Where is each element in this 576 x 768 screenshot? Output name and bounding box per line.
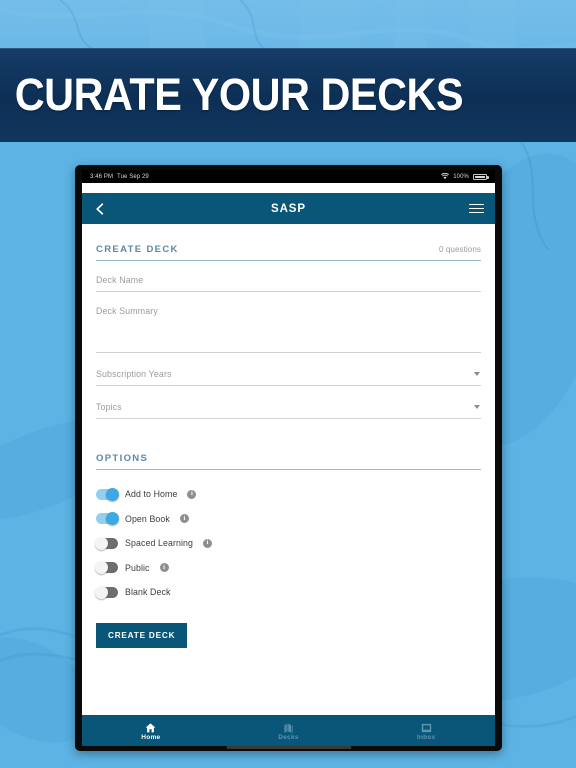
info-icon-open-book[interactable]: i — [179, 514, 189, 524]
tab-home[interactable]: Home — [82, 715, 220, 746]
toggle-public[interactable] — [95, 561, 118, 575]
status-time: 3:46 PM — [90, 173, 114, 180]
chevron-left-icon[interactable] — [93, 202, 107, 216]
subscription-years-placeholder: Subscription Years — [96, 369, 172, 379]
option-label-add-to-home: Add to Home — [125, 489, 178, 500]
tab-label-decks: Decks — [278, 733, 299, 741]
option-label-blank-deck: Blank Deck — [125, 587, 171, 598]
option-row-add-to-home: Add to Home i — [96, 482, 481, 507]
topics-placeholder: Topics — [96, 402, 122, 412]
battery-icon — [473, 173, 489, 180]
info-icon-spaced-learning[interactable]: i — [203, 538, 213, 548]
hamburger-menu-icon[interactable] — [469, 201, 484, 216]
toggle-add-to-home[interactable] — [96, 487, 119, 501]
subscription-years-select[interactable]: Subscription Years — [96, 353, 481, 386]
ipad-device-frame: 3:46 PM Tue Sep 29 100% SASP CREATE DECK… — [75, 165, 502, 751]
options-toggle-list: Add to Home i Open Book i Spaced Learnin… — [95, 470, 481, 605]
home-indicator[interactable] — [226, 746, 351, 749]
option-label-open-book: Open Book — [125, 513, 170, 524]
create-deck-form: CREATE DECK 0 questions Deck Name Deck S… — [82, 224, 495, 715]
battery-percent-label: 100% — [453, 173, 469, 180]
deck-summary-input[interactable]: Deck Summary — [96, 292, 481, 353]
status-date: Tue Sep 29 — [117, 173, 149, 180]
app-title: SASP — [271, 202, 306, 215]
option-label-public: Public — [125, 562, 150, 573]
toggle-blank-deck[interactable] — [95, 585, 118, 599]
device-screen: 3:46 PM Tue Sep 29 100% SASP CREATE DECK… — [82, 170, 495, 746]
deck-name-placeholder: Deck Name — [96, 275, 144, 285]
question-count-label: 0 questions — [438, 245, 481, 254]
tab-label-inbox: Inbox — [416, 733, 436, 741]
chevron-down-icon — [474, 372, 480, 376]
create-deck-section-title: CREATE DECK — [96, 244, 179, 255]
option-label-spaced-learning: Spaced Learning — [125, 538, 194, 549]
chevron-down-icon — [474, 405, 480, 409]
options-section-title: OPTIONS — [96, 453, 149, 464]
banner-headline: CURATE YOUR DECKS — [14, 69, 464, 120]
options-section-header: OPTIONS — [96, 419, 481, 470]
create-deck-section-header: CREATE DECK 0 questions — [96, 224, 481, 261]
topics-select[interactable]: Topics — [96, 386, 481, 419]
tab-decks[interactable]: Decks — [220, 715, 358, 746]
toggle-open-book[interactable] — [96, 512, 119, 526]
background-top-strip — [0, 0, 576, 52]
tab-inbox[interactable]: Inbox — [357, 715, 495, 746]
home-icon — [145, 722, 156, 732]
ios-status-bar: 3:46 PM Tue Sep 29 100% — [82, 170, 495, 183]
option-row-blank-deck: Blank Deck — [95, 580, 481, 605]
create-deck-button[interactable]: CREATE DECK — [96, 622, 188, 648]
deck-name-input[interactable]: Deck Name — [96, 261, 481, 292]
option-row-public: Public i — [95, 556, 481, 581]
deck-summary-placeholder: Deck Summary — [96, 306, 158, 316]
option-row-open-book: Open Book i — [96, 507, 481, 532]
cards-icon — [284, 723, 293, 733]
tab-label-home: Home — [141, 733, 161, 741]
wifi-icon — [441, 173, 450, 180]
inbox-icon — [421, 723, 431, 732]
screenshot-root: CURATE YOUR DECKS 3:46 PM Tue Sep 29 100… — [0, 0, 576, 768]
bottom-tab-bar: Home Decks Inbox — [82, 715, 495, 746]
info-icon-public[interactable]: i — [159, 563, 169, 573]
promo-banner: CURATE YOUR DECKS — [0, 48, 576, 142]
app-header-bar: SASP — [82, 193, 495, 224]
status-bar-spacer — [82, 183, 495, 193]
toggle-spaced-learning[interactable] — [95, 536, 118, 550]
option-row-spaced-learning: Spaced Learning i — [95, 531, 481, 556]
info-icon-add-to-home[interactable]: i — [187, 489, 197, 499]
